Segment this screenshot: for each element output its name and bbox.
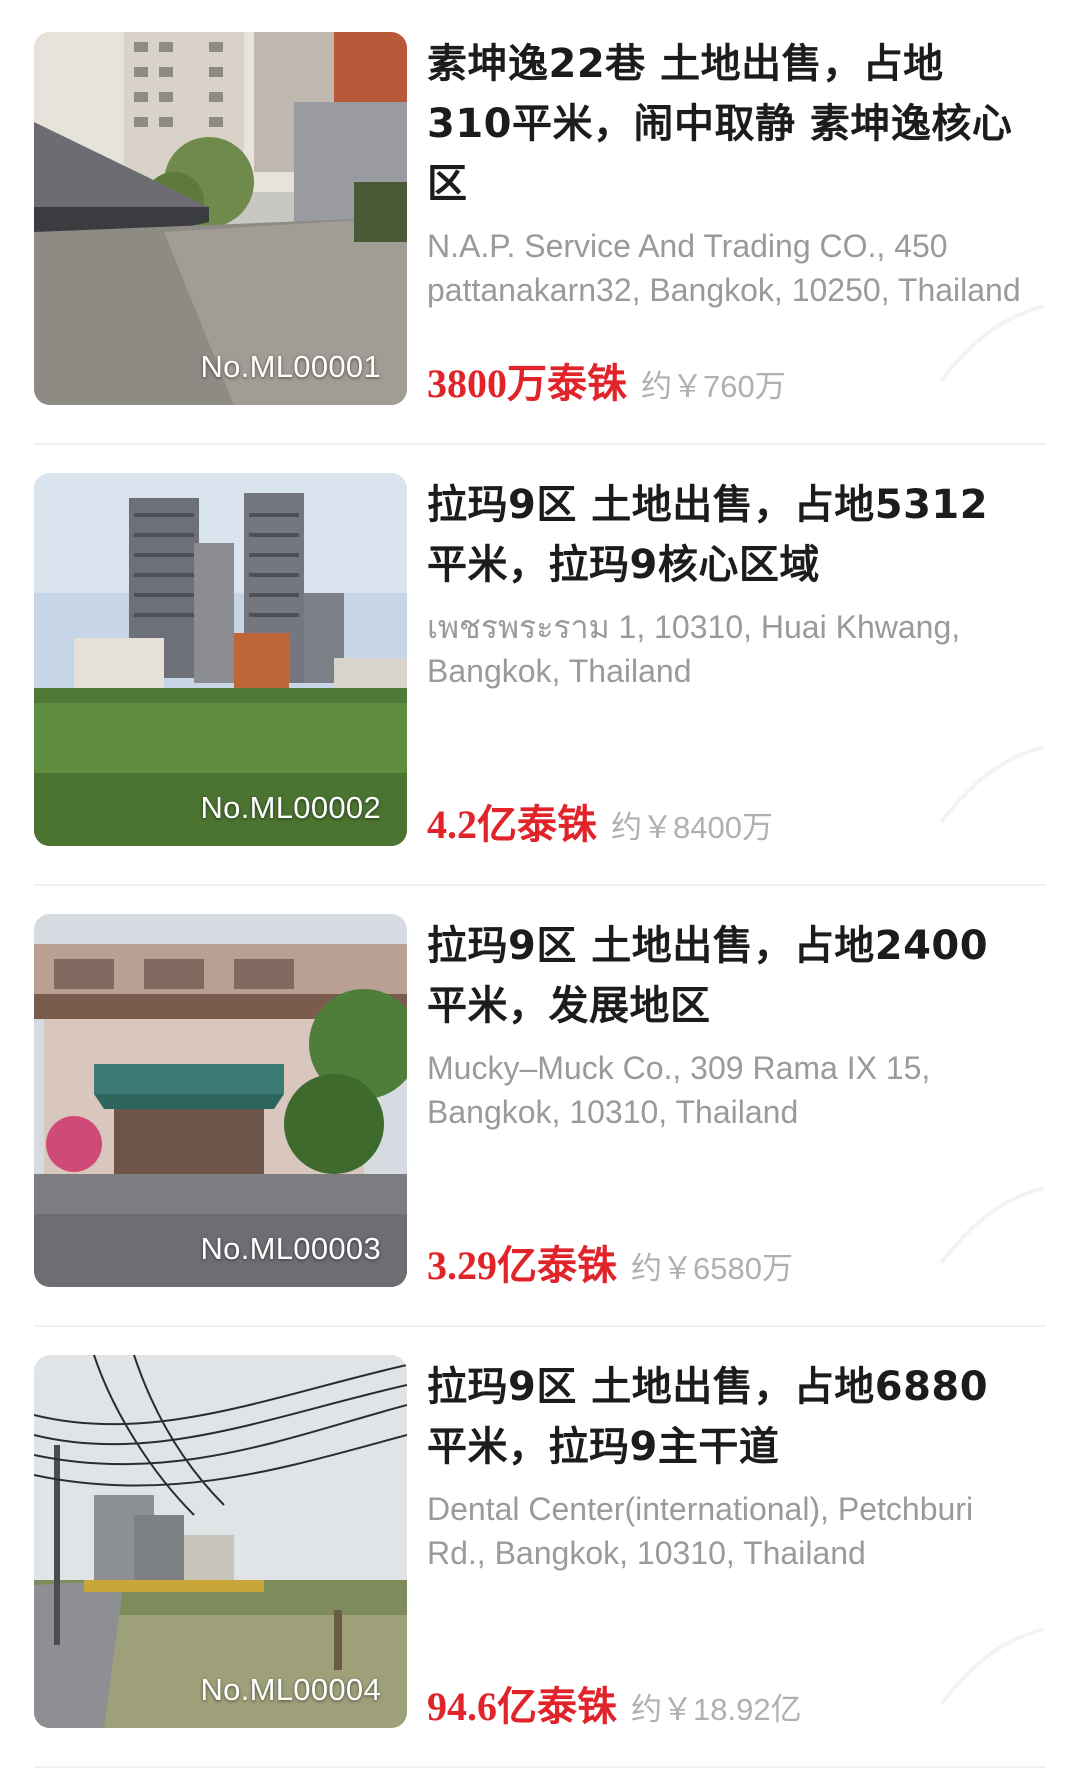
divider xyxy=(34,1766,1046,1768)
listing-price: 3.29亿泰铢 xyxy=(427,1243,617,1288)
listing-price: 4.2亿泰铢 xyxy=(427,802,597,847)
listing-card[interactable]: No.ML00001 素坤逸22巷 土地出售，占地310平米，闹中取静 素坤逸核… xyxy=(34,32,1046,406)
price-row: 3.29亿泰铢 约￥6580万 xyxy=(427,1233,793,1291)
listing-code: No.ML00001 xyxy=(200,349,381,384)
listing-code: No.ML00004 xyxy=(200,1672,381,1707)
listing-address: Dental Center(international), Petchburi … xyxy=(427,1491,974,1571)
listing-info: 拉玛9区 土地出售，占地6880平米，拉玛9主干道 Dental Center(… xyxy=(427,1355,1027,1729)
listing-address: N.A.P. Service And Trading CO., 450 patt… xyxy=(427,228,1021,308)
listing-thumbnail[interactable]: No.ML00003 xyxy=(34,914,407,1287)
listing-approx-price: 约￥8400万 xyxy=(611,810,773,845)
listing-info: 素坤逸22巷 土地出售，占地310平米，闹中取静 素坤逸核心区 N.A.P. S… xyxy=(427,32,1027,406)
listing-card[interactable]: No.ML00002 拉玛9区 土地出售，占地5312平米，拉玛9核心区域 เพ… xyxy=(34,473,1046,847)
listing-info: 拉玛9区 土地出售，占地5312平米，拉玛9核心区域 เพชรพระราม 1,… xyxy=(427,473,1027,847)
listing-thumbnail[interactable]: No.ML00002 xyxy=(34,473,407,846)
listing-card[interactable]: No.ML00004 拉玛9区 土地出售，占地6880平米，拉玛9主干道 Den… xyxy=(34,1355,1046,1729)
price-row: 4.2亿泰铢 约￥8400万 xyxy=(427,792,773,850)
listing-title[interactable]: 拉玛9区 土地出售，占地2400平米，发展地区 xyxy=(427,916,1027,1036)
listing-address: เพชรพระราม 1, 10310, Huai Khwang, Bangko… xyxy=(427,609,961,689)
divider xyxy=(34,884,1046,886)
listing-code: No.ML00003 xyxy=(200,1231,381,1266)
listing-info: 拉玛9区 土地出售，占地2400平米，发展地区 Mucky–Muck Co., … xyxy=(427,914,1027,1288)
listing-address: Mucky–Muck Co., 309 Rama IX 15, Bangkok,… xyxy=(427,1050,931,1130)
listing-approx-price: 约￥760万 xyxy=(641,369,786,404)
price-row: 3800万泰铢 约￥760万 xyxy=(427,351,786,409)
listing-title[interactable]: 素坤逸22巷 土地出售，占地310平米，闹中取静 素坤逸核心区 xyxy=(427,34,1027,214)
price-row: 94.6亿泰铢 约￥18.92亿 xyxy=(427,1674,802,1732)
divider xyxy=(34,443,1046,445)
listing-approx-price: 约￥18.92亿 xyxy=(631,1692,802,1727)
listing-code: No.ML00002 xyxy=(200,790,381,825)
listing-thumbnail[interactable]: No.ML00004 xyxy=(34,1355,407,1728)
listing-thumbnail[interactable]: No.ML00001 xyxy=(34,32,407,405)
listing-price: 94.6亿泰铢 xyxy=(427,1684,617,1729)
listing-card[interactable]: No.ML00003 拉玛9区 土地出售，占地2400平米，发展地区 Mucky… xyxy=(34,914,1046,1288)
divider xyxy=(34,1325,1046,1327)
listing-title[interactable]: 拉玛9区 土地出售，占地6880平米，拉玛9主干道 xyxy=(427,1357,1027,1477)
listing-approx-price: 约￥6580万 xyxy=(631,1251,793,1286)
listing-title[interactable]: 拉玛9区 土地出售，占地5312平米，拉玛9核心区域 xyxy=(427,475,1027,595)
listing-price: 3800万泰铢 xyxy=(427,361,627,406)
